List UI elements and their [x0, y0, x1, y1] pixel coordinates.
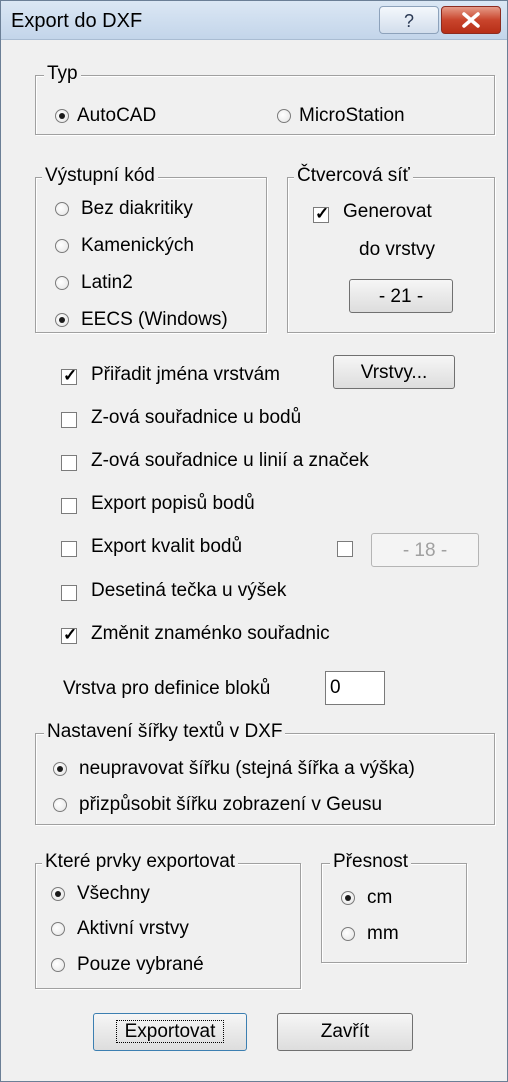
decimal-point-checkbox[interactable]	[61, 585, 77, 601]
z-points-checkbox[interactable]	[61, 412, 77, 428]
export-button-label: Exportovat	[115, 1020, 225, 1043]
help-button[interactable]: ?	[379, 6, 439, 34]
elements-label-all: Všechny	[77, 883, 150, 904]
precision-group: Přesnost	[321, 851, 467, 963]
title-bar: Export do DXF ?	[1, 1, 507, 40]
precision-legend: Přesnost	[330, 851, 411, 873]
window-title: Export do DXF	[11, 10, 143, 32]
block-layer-label: Vrstva pro definice bloků	[63, 678, 271, 699]
close-icon	[462, 12, 480, 28]
change-sign-checkbox[interactable]: ✓	[61, 625, 77, 644]
export-quality-label: Export kvalit bodů	[91, 536, 243, 557]
grid-layer-label: do vrstvy	[359, 239, 436, 260]
encoding-label-kamenickych: Kamenických	[81, 235, 194, 256]
quality-layer-button[interactable]: - 18 -	[371, 533, 479, 567]
quality-layer-checkbox[interactable]	[337, 541, 353, 557]
precision-radio-mm[interactable]	[341, 927, 355, 941]
elements-label-active: Aktivní vrstvy	[77, 918, 189, 939]
change-sign-label: Změnit znaménko souřadnic	[91, 623, 330, 644]
precision-label-mm: mm	[367, 923, 399, 944]
keep-width-radio[interactable]	[53, 762, 67, 776]
encoding-radio-latin2[interactable]	[55, 276, 69, 290]
microstation-radio[interactable]	[277, 109, 291, 123]
fit-width-radio[interactable]	[53, 798, 67, 812]
export-dxf-dialog: Export do DXF ? Typ AutoCAD MicroStation…	[0, 0, 508, 1082]
export-button[interactable]: Exportovat	[93, 1013, 247, 1051]
svg-text:?: ?	[404, 11, 414, 31]
encoding-radio-eecs[interactable]	[55, 313, 69, 327]
elements-radio-selected[interactable]	[51, 958, 65, 972]
block-layer-input[interactable]: 0	[325, 671, 385, 705]
layers-button[interactable]: Vrstvy...	[333, 355, 455, 389]
precision-radio-cm[interactable]	[341, 891, 355, 905]
autocad-label: AutoCAD	[77, 105, 157, 126]
output-code-legend: Výstupní kód	[42, 165, 158, 187]
assign-layer-names-checkbox[interactable]: ✓	[61, 366, 77, 385]
close-window-button[interactable]	[441, 6, 501, 34]
export-descriptions-checkbox[interactable]	[61, 498, 77, 514]
text-width-legend: Nastavení šířky textů v DXF	[44, 721, 286, 743]
export-quality-checkbox[interactable]	[61, 541, 77, 557]
close-button[interactable]: Zavřít	[277, 1013, 413, 1051]
z-lines-checkbox[interactable]	[61, 455, 77, 471]
z-points-label: Z-ová souřadnice u bodů	[91, 407, 302, 428]
autocad-radio[interactable]	[55, 109, 69, 123]
generate-grid-label: Generovat	[343, 201, 432, 222]
elements-radio-active[interactable]	[51, 922, 65, 936]
microstation-label: MicroStation	[299, 105, 405, 126]
generate-grid-checkbox[interactable]: ✓	[313, 204, 329, 223]
fit-width-label: přizpůsobit šířku zobrazení v Geusu	[79, 794, 383, 815]
elements-legend: Které prvky exportovat	[42, 851, 239, 873]
elements-label-selected: Pouze vybrané	[77, 954, 204, 975]
encoding-label-bez: Bez diakritiky	[81, 198, 193, 219]
z-lines-label: Z-ová souřadnice u linií a značek	[91, 450, 369, 471]
encoding-label-latin2: Latin2	[81, 272, 133, 293]
grid-legend: Čtvercová síť	[294, 165, 413, 187]
decimal-point-label: Desetiná tečka u výšek	[91, 580, 287, 601]
encoding-radio-kamenickych[interactable]	[55, 239, 69, 253]
help-icon: ?	[404, 11, 414, 31]
elements-radio-all[interactable]	[51, 887, 65, 901]
assign-layer-names-label: Přiřadit jména vrstvám	[91, 364, 280, 385]
export-descriptions-label: Export popisů bodů	[91, 493, 255, 514]
encoding-radio-bez[interactable]	[55, 202, 69, 216]
precision-label-cm: cm	[367, 887, 393, 908]
grid-layer-button[interactable]: - 21 -	[349, 279, 453, 313]
encoding-label-eecs: EECS (Windows)	[81, 309, 228, 330]
type-legend: Typ	[44, 63, 81, 85]
keep-width-label: neupravovat šířku (stejná šířka a výška)	[79, 758, 415, 779]
